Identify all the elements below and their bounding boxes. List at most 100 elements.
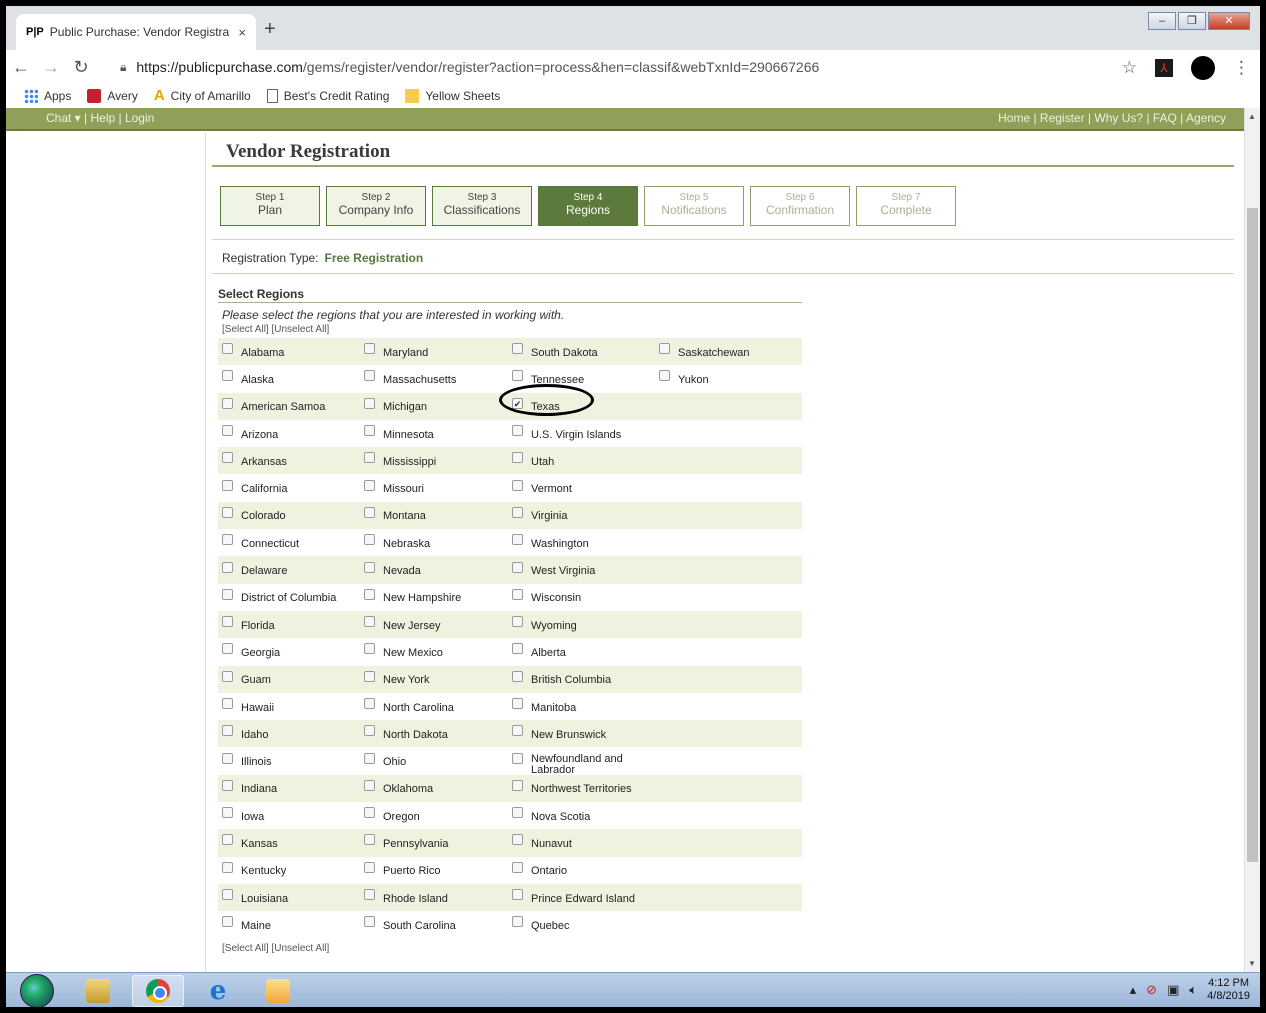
region-option[interactable]: Pennsylvania (360, 834, 508, 850)
region-option[interactable]: Hawaii (218, 698, 360, 714)
region-checkbox[interactable] (364, 588, 375, 600)
region-option[interactable]: Washington (508, 534, 655, 550)
region-option[interactable]: Puerto Rico (360, 861, 508, 877)
region-checkbox[interactable] (222, 343, 233, 355)
region-option[interactable]: Indiana (218, 779, 360, 795)
region-checkbox[interactable] (222, 506, 233, 518)
region-option[interactable]: Connecticut (218, 534, 360, 550)
region-option[interactable]: Rhode Island (360, 889, 508, 905)
minimize-button[interactable]: – (1148, 12, 1176, 30)
region-checkbox[interactable] (222, 588, 233, 600)
region-checkbox[interactable] (364, 534, 375, 546)
profile-avatar[interactable] (1191, 56, 1215, 80)
region-option[interactable]: Nova Scotia (508, 807, 655, 823)
site-nav-right[interactable]: Home | Register | Why Us? | FAQ | Agency (998, 111, 1226, 125)
region-option[interactable]: Oklahoma (360, 779, 508, 795)
region-checkbox[interactable] (222, 397, 233, 409)
region-checkbox[interactable] (364, 698, 375, 709)
start-button[interactable] (20, 974, 54, 1007)
region-checkbox[interactable] (222, 834, 233, 846)
taskbar-mail[interactable] (252, 975, 304, 1007)
region-checkbox[interactable] (222, 452, 233, 464)
region-option[interactable]: Vermont (508, 479, 655, 495)
region-checkbox[interactable] (512, 834, 523, 846)
unselect-all-link[interactable]: [Unselect All] (271, 324, 329, 335)
region-checkbox[interactable] (222, 861, 233, 873)
region-checkbox[interactable] (222, 616, 233, 628)
region-checkbox[interactable] (512, 916, 523, 928)
region-checkbox[interactable] (512, 479, 523, 491)
region-checkbox[interactable] (512, 725, 523, 737)
select-all-link[interactable]: [Select All] (222, 324, 269, 335)
menu-kebab-icon[interactable]: ⋮ (1233, 58, 1250, 78)
region-checkbox[interactable] (222, 807, 233, 819)
region-option[interactable]: Wisconsin (508, 588, 655, 604)
clock[interactable]: 4:12 PM 4/8/2019 (1207, 977, 1250, 1003)
region-checkbox[interactable] (222, 698, 233, 709)
bookmark-item[interactable]: Yellow Sheets (405, 89, 500, 103)
bookmark-item[interactable]: Apps (24, 89, 71, 103)
network-icon[interactable]: ▣ (1167, 982, 1179, 998)
region-option[interactable]: Idaho (218, 725, 360, 741)
region-option[interactable]: District of Columbia (218, 588, 360, 604)
step-4[interactable]: Step 4 Regions (538, 186, 638, 226)
region-checkbox[interactable] (512, 343, 523, 355)
site-nav-left[interactable]: Chat ▾ | Help | Login (46, 111, 154, 125)
region-option[interactable]: New Jersey (360, 616, 508, 632)
scroll-down-arrow-icon[interactable]: ▼ (1248, 959, 1256, 968)
region-checkbox[interactable] (512, 506, 523, 518)
region-checkbox[interactable] (512, 698, 523, 709)
region-option[interactable]: Kentucky (218, 861, 360, 877)
region-checkbox[interactable] (222, 725, 233, 737)
region-checkbox[interactable] (222, 752, 233, 764)
region-checkbox[interactable] (512, 370, 523, 382)
unselect-all-link[interactable]: [Unselect All] (271, 943, 329, 954)
region-checkbox[interactable] (222, 779, 233, 791)
region-checkbox[interactable] (512, 616, 523, 628)
page-scrollbar[interactable]: ▲ ▼ (1244, 108, 1260, 972)
region-option[interactable]: Northwest Territories (508, 779, 655, 795)
region-option[interactable]: Quebec (508, 916, 655, 932)
region-checkbox[interactable] (512, 861, 523, 873)
region-option[interactable]: Prince Edward Island (508, 889, 655, 905)
bookmark-item[interactable]: Avery (87, 89, 138, 103)
region-option[interactable]: Montana (360, 506, 508, 522)
region-option[interactable]: Kansas (218, 834, 360, 850)
region-option[interactable]: Saskatchewan (655, 343, 802, 359)
region-option[interactable]: British Columbia (508, 670, 655, 686)
region-option[interactable]: Colorado (218, 506, 360, 522)
region-checkbox[interactable] (364, 397, 375, 409)
region-checkbox[interactable] (364, 861, 375, 873)
region-option[interactable]: Texas (508, 397, 655, 413)
region-checkbox[interactable] (364, 807, 375, 819)
reload-icon[interactable]: ↻ (66, 57, 96, 78)
bookmark-item[interactable]: A City of Amarillo (154, 88, 251, 103)
region-option[interactable]: West Virginia (508, 561, 655, 577)
region-option[interactable]: Utah (508, 452, 655, 468)
region-option[interactable]: American Samoa (218, 397, 360, 413)
region-checkbox[interactable] (512, 425, 523, 437)
region-option[interactable]: North Dakota (360, 725, 508, 741)
region-checkbox[interactable] (364, 506, 375, 518)
scroll-up-arrow-icon[interactable]: ▲ (1248, 112, 1256, 121)
region-checkbox[interactable] (222, 643, 233, 655)
region-checkbox[interactable] (364, 616, 375, 628)
region-option[interactable]: New Mexico (360, 643, 508, 659)
region-option[interactable]: Florida (218, 616, 360, 632)
region-checkbox[interactable] (659, 370, 670, 382)
region-option[interactable]: North Carolina (360, 698, 508, 714)
region-checkbox[interactable] (222, 670, 233, 682)
region-option[interactable]: New York (360, 670, 508, 686)
bookmark-item[interactable]: Best's Credit Rating (266, 89, 389, 103)
region-option[interactable]: Newfoundland and Labrador (508, 750, 655, 776)
url-bar[interactable]: 🔒︎ https://publicpurchase.com/gems/regis… (120, 54, 1080, 80)
step-2[interactable]: Step 2 Company Info (326, 186, 426, 226)
region-option[interactable]: Nevada (360, 561, 508, 577)
close-window-button[interactable]: ✕ (1208, 12, 1250, 30)
region-checkbox[interactable] (222, 534, 233, 546)
region-checkbox[interactable] (364, 889, 375, 901)
region-option[interactable]: Alberta (508, 643, 655, 659)
region-checkbox[interactable] (222, 916, 233, 928)
back-arrow-icon[interactable]: ← (6, 57, 36, 78)
region-checkbox[interactable] (512, 807, 523, 819)
